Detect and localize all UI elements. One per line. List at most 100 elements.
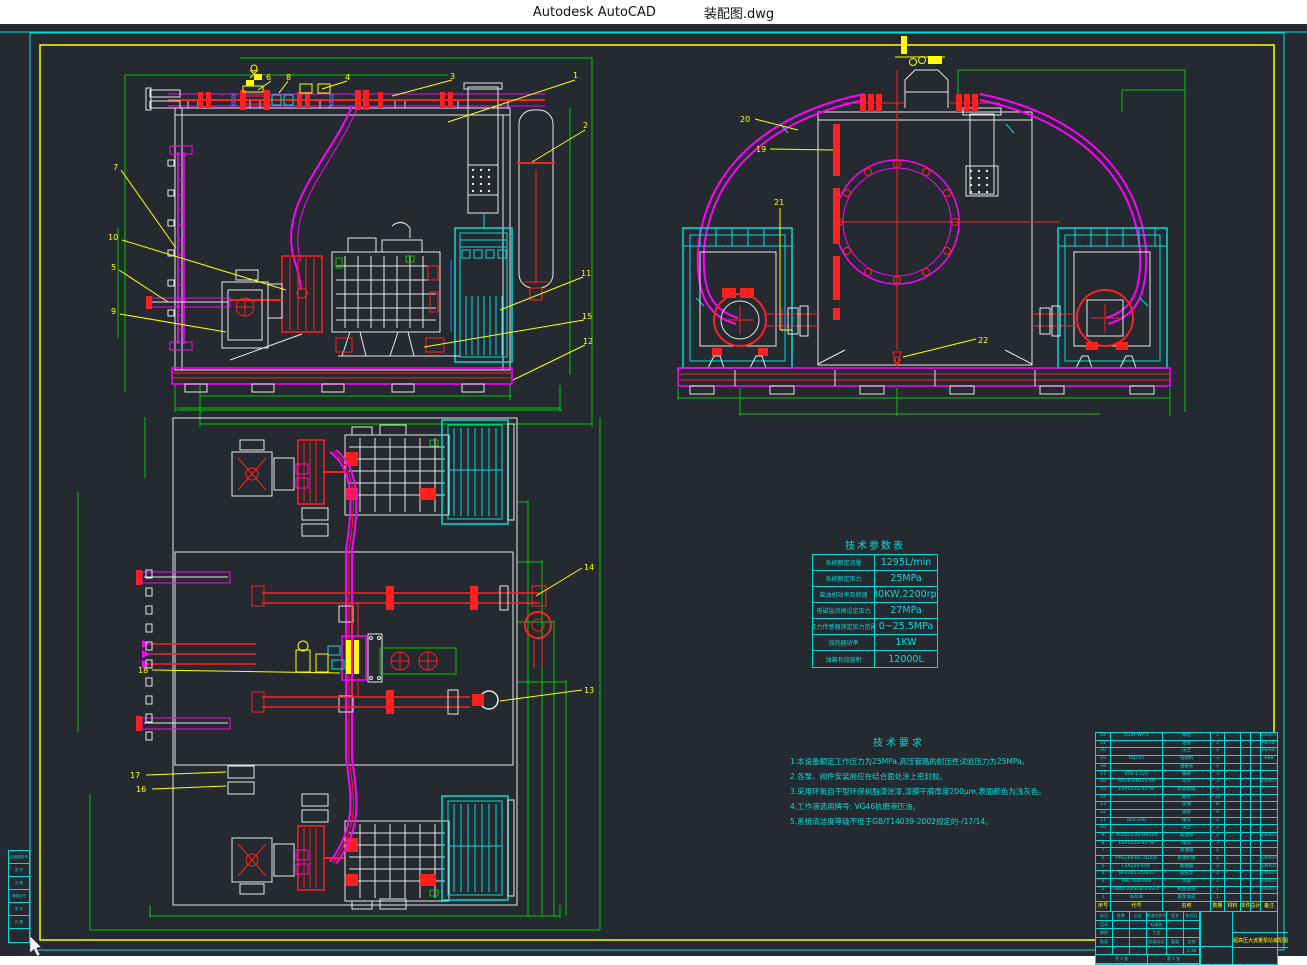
bom-material: [1225, 764, 1241, 772]
bom-header-cell: 材料: [1225, 902, 1241, 912]
bom-qty: 2: [1211, 871, 1225, 879]
callouts-view-c: 14 13 18 17 16: [130, 563, 594, 794]
tech-requirements: 技术要求 1.本设备额定工作压力为25MPa,高压管路的耐压性试验压力为25MP…: [790, 734, 1008, 829]
bom-remark: [1261, 825, 1277, 833]
bom-qty: 1: [1211, 887, 1225, 895]
bom-row: 21 油管 2 Parker: [1096, 741, 1277, 749]
frame-strip-cell: 日 期: [9, 877, 29, 890]
valve-block: [296, 634, 456, 682]
bom-total-weight: [1251, 856, 1261, 864]
bom-qty: 3: [1211, 756, 1225, 764]
bom-row: 7 滤油器 1: [1096, 848, 1277, 856]
bom-name: 电动机: [1163, 756, 1211, 764]
bom-total-weight: [1251, 864, 1261, 872]
param-value: 27MPa: [875, 603, 937, 619]
top-engine-train: [232, 420, 514, 536]
param-label: 电磁溢流阀设定压力: [813, 603, 875, 619]
title-block-company-area: [1233, 912, 1288, 933]
bom-row: 9 A6025X/2L-DN100 吸油管 2 REXROTH: [1096, 833, 1277, 841]
bom-no: 10: [1096, 825, 1111, 833]
bom-no: 3: [1096, 879, 1111, 887]
bom-row: 20 法兰 1 Parker: [1096, 748, 1277, 756]
view-side-elevation: 1 2 3 4 6 8 7 10 5 9 11 15 12: [78, 58, 593, 732]
bom-material: [1225, 779, 1241, 787]
title-block-cell: [1130, 921, 1147, 930]
bom-code: [1111, 764, 1163, 772]
bom-code: ESP15/12-42°W: [1111, 787, 1163, 795]
bom-qty: 2: [1211, 833, 1225, 841]
bom-header-cell: 总计: [1251, 902, 1261, 912]
bom-total-weight: [1251, 887, 1261, 895]
bom-no: 18: [1096, 764, 1111, 772]
bom-total-weight: [1251, 802, 1261, 810]
param-value: 0~25.5MPa: [875, 619, 937, 635]
engine-side: [332, 222, 460, 356]
bom-no: 22: [1096, 733, 1111, 741]
drawing-canvas[interactable]: 1 2 3 4 6 8 7 10 5 9 11 15 12: [0, 24, 1307, 956]
bom-unit-weight: [1241, 802, 1251, 810]
bom-no: 9: [1096, 833, 1111, 841]
bom-unit-weight: [1241, 841, 1251, 849]
bom-no: 1: [1096, 894, 1111, 902]
window-titlebar[interactable]: Autodesk AutoCAD 装配图.dwg: [0, 0, 1307, 24]
title-block-cell: 阶段标记: [1147, 938, 1167, 947]
bom-remark: REXROTH: [1261, 833, 1277, 841]
bom-total-weight: [1251, 894, 1261, 902]
bom-material: [1225, 864, 1241, 872]
svg-text:1: 1: [573, 71, 578, 80]
bom-total-weight: [1251, 841, 1261, 849]
bom-unit-weight: [1241, 764, 1251, 772]
bom-qty: 1: [1211, 764, 1225, 772]
drawing-title: 超高压大流量泵站装配图: [1233, 933, 1288, 948]
param-label: 压力传感器测定压力范围: [813, 619, 875, 635]
frame-strip-cell: 底图总号: [9, 890, 29, 903]
bom-name: 垫圈: [1163, 802, 1211, 810]
bom-code: PRS204-65-31/2/B: [1111, 856, 1163, 864]
bom-material: [1225, 795, 1241, 803]
bom-qty: 10: [1211, 795, 1225, 803]
bom-qty: 1: [1211, 748, 1225, 756]
bom-no: 6: [1096, 856, 1111, 864]
bom-unit-weight: [1241, 864, 1251, 872]
param-label: 加热器功率: [813, 635, 875, 651]
document-title: 装配图.dwg: [704, 3, 774, 22]
bom-material: [1225, 733, 1241, 741]
bom-material: [1225, 802, 1241, 810]
bom-remark: [1261, 802, 1277, 810]
svg-text:8: 8: [286, 73, 291, 82]
bom-unit-weight: [1241, 741, 1251, 749]
title-block-cell: [1184, 929, 1200, 938]
bom-no: 12: [1096, 810, 1111, 818]
tech-requirement-line: 5.系统清洁度等级不低于GB/T14039-2002规定的-/17/14。: [790, 814, 1008, 829]
bom-qty: 2: [1211, 864, 1225, 872]
bom-qty: 1: [1211, 856, 1225, 864]
title-block-cell: [1096, 947, 1113, 956]
param-value: 1KW: [875, 635, 937, 651]
frame-strip-cell: 签 字: [9, 903, 29, 916]
svg-text:4: 4: [345, 73, 350, 82]
app-title: Autodesk AutoCAD: [533, 5, 656, 20]
svg-text:10: 10: [108, 233, 118, 242]
bom-name: 柴油机组: [1163, 856, 1211, 864]
svg-text:9: 9: [111, 307, 116, 316]
bom-material: [1225, 825, 1241, 833]
bom-total-weight: [1251, 879, 1261, 887]
view-plan: 14 13 18 17 16: [90, 408, 600, 930]
title-block-cell: 分区: [1130, 912, 1147, 921]
bom-remark: [1261, 818, 1277, 826]
bom-unit-weight: [1241, 795, 1251, 803]
tech-requirement-line: 1.本设备额定工作压力为25MPa,高压管路的耐压性试验压力为25MPa。: [790, 754, 1008, 769]
bom-unit-weight: [1241, 733, 1251, 741]
bom-name: 液压泵: [1163, 871, 1211, 879]
bom-name: 油管: [1163, 810, 1211, 818]
bom-no: 13: [1096, 802, 1111, 810]
bom-no: 17: [1096, 771, 1111, 779]
bom-remark: [1261, 771, 1277, 779]
bom-header-cell: 单件: [1241, 902, 1251, 912]
bom-total-weight: [1251, 748, 1261, 756]
svg-text:13: 13: [584, 686, 594, 695]
bom-unit-weight: [1241, 879, 1251, 887]
bom-row: 14 螺栓 10: [1096, 795, 1277, 803]
bom-remark: REXROTH: [1261, 887, 1277, 895]
bom-remark: REXROTH: [1261, 733, 1277, 741]
